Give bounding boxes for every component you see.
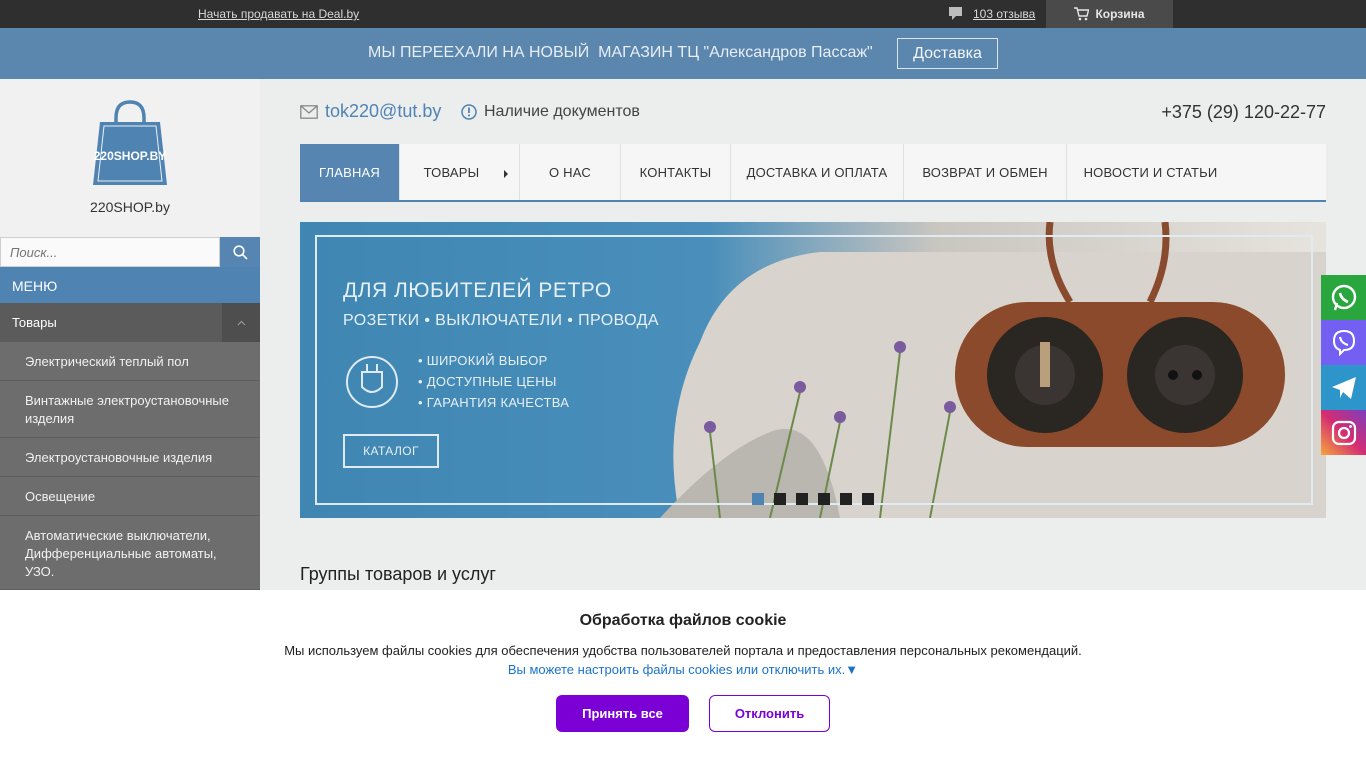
announcement-text: МЫ ПЕРЕЕХАЛИ НА НОВЫЙ МАГАЗИН ТЦ "Алекса… <box>368 44 873 61</box>
nav-goods[interactable]: ТОВАРЫ <box>400 144 520 200</box>
info-icon <box>461 104 477 120</box>
shop-logo[interactable]: 220SHOP.BY <box>92 100 168 186</box>
sidebar-subitem-label: Винтажные электроустановочные изделия <box>25 393 230 426</box>
search-bar <box>0 237 260 267</box>
reviews-count: 103 отзыва <box>973 7 1036 21</box>
banner-frame <box>315 235 1313 505</box>
section-title: Группы товаров и услуг <box>300 564 496 584</box>
telegram-button[interactable] <box>1321 365 1366 410</box>
reviews-link[interactable]: 103 отзыва <box>948 5 1035 23</box>
banner-title: ДЛЯ ЛЮБИТЕЛЕЙ РЕТРО <box>343 279 612 302</box>
slider-dot[interactable] <box>840 493 852 505</box>
sidebar-subitem-label: Электрический теплый пол <box>25 354 189 369</box>
collapse-toggle[interactable] <box>222 303 260 342</box>
cookie-text: Мы используем файлы cookies для обеспече… <box>284 643 1082 658</box>
social-bar <box>1321 275 1366 455</box>
announcement-bar: МЫ ПЕРЕЕХАЛИ НА НОВЫЙ МАГАЗИН ТЦ "Алекса… <box>0 28 1366 79</box>
menu-heading: МЕНЮ <box>0 267 260 303</box>
instagram-button[interactable] <box>1321 410 1366 455</box>
cart-icon <box>1074 7 1090 21</box>
viber-icon <box>1332 329 1355 356</box>
nav-news[interactable]: НОВОСТИ И СТАТЬИ <box>1067 144 1234 200</box>
banner-feature: • ГАРАНТИЯ КАЧЕСТВА <box>418 395 570 410</box>
sidebar-subitem-label: Электроустановочные изделия <box>25 450 213 465</box>
viber-button[interactable] <box>1321 320 1366 365</box>
envelope-icon <box>300 104 318 119</box>
sidebar-subitem-label: Автоматические выключатели, Дифференциал… <box>25 528 217 579</box>
banner-subtitle: РОЗЕТКИ • ВЫКЛЮЧАТЕЛИ • ПРОВОДА <box>343 312 659 329</box>
email-text: tok220@tut.by <box>325 101 442 121</box>
whatsapp-button[interactable] <box>1321 275 1366 320</box>
sidebar-subitem[interactable]: Винтажные электроустановочные изделия <box>0 381 260 438</box>
main-nav: ГЛАВНАЯ ТОВАРЫ О НАС КОНТАКТЫ ДОСТАВКА И… <box>300 144 1326 202</box>
search-input[interactable] <box>0 237 220 267</box>
sidebar-item-label: Товары <box>12 315 57 330</box>
cookie-settings-link[interactable]: Вы можете настроить файлы cookies или от… <box>0 662 1366 677</box>
sidebar-subitem[interactable]: Электрический теплый пол <box>0 342 260 381</box>
telegram-icon <box>1331 376 1356 399</box>
cookie-title: Обработка файлов cookie <box>579 612 787 629</box>
slider-dot[interactable] <box>862 493 874 505</box>
whatsapp-icon <box>1331 284 1356 310</box>
delivery-button[interactable]: Доставка <box>897 38 998 69</box>
slider-dot[interactable] <box>818 493 830 505</box>
slider-dot[interactable] <box>774 493 786 505</box>
decline-button[interactable]: Отклонить <box>709 695 830 732</box>
documents-text: Наличие документов <box>484 103 640 120</box>
slider-dot[interactable] <box>752 493 764 505</box>
phone-number[interactable]: +375 (29) 120-22-77 <box>1161 102 1326 123</box>
accept-all-button[interactable]: Принять все <box>556 695 689 732</box>
comment-icon <box>949 7 962 20</box>
cart-label: Корзина <box>1095 7 1145 21</box>
search-button[interactable] <box>220 237 260 267</box>
sidebar-subitem-label: Освещение <box>25 489 96 504</box>
logo-area: 220SHOP.BY 220SHOP.by <box>0 79 260 237</box>
contact-row: tok220@tut.by Наличие документов +375 (2… <box>300 101 1326 125</box>
sidebar-subitem[interactable]: Электроустановочные изделия <box>0 438 260 477</box>
search-icon <box>232 244 248 260</box>
caret-right-icon <box>504 170 508 178</box>
sidebar-subitem[interactable]: Освещение <box>0 477 260 516</box>
sidebar-item-goods[interactable]: Товары <box>0 303 260 342</box>
cookie-banner: Обработка файлов cookie Мы используем фа… <box>0 590 1366 768</box>
promo-banner[interactable]: ДЛЯ ЛЮБИТЕЛЕЙ РЕТРО РОЗЕТКИ • ВЫКЛЮЧАТЕЛ… <box>300 222 1326 518</box>
start-selling-link[interactable]: Начать продавать на Deal.by <box>198 7 359 21</box>
slider-dot[interactable] <box>796 493 808 505</box>
instagram-icon <box>1331 420 1356 445</box>
nav-returns[interactable]: ВОЗВРАТ И ОБМЕН <box>904 144 1067 200</box>
banner-feature: • ШИРОКИЙ ВЫБОР <box>418 353 548 368</box>
site-name: 220SHOP.by <box>90 199 170 215</box>
chevron-up-icon <box>237 320 245 325</box>
nav-about[interactable]: О НАС <box>520 144 621 200</box>
nav-contacts[interactable]: КОНТАКТЫ <box>621 144 731 200</box>
sidebar-subitem[interactable]: Автоматические выключатели, Дифференциал… <box>0 516 260 590</box>
nav-home[interactable]: ГЛАВНАЯ <box>300 144 400 200</box>
documents-link[interactable]: Наличие документов <box>461 103 640 121</box>
email-link[interactable]: tok220@tut.by <box>300 101 441 122</box>
banner-feature: • ДОСТУПНЫЕ ЦЕНЫ <box>418 374 557 389</box>
nav-goods-label: ТОВАРЫ <box>423 164 480 180</box>
logo-text: 220SHOP.BY <box>94 149 167 163</box>
nav-delivery[interactable]: ДОСТАВКА И ОПЛАТА <box>731 144 904 200</box>
catalog-button[interactable]: КАТАЛОГ <box>343 434 439 468</box>
top-bar: Начать продавать на Deal.by 103 отзыва К… <box>0 0 1366 28</box>
cart-button[interactable]: Корзина <box>1046 0 1173 28</box>
slider-dots <box>752 493 874 505</box>
